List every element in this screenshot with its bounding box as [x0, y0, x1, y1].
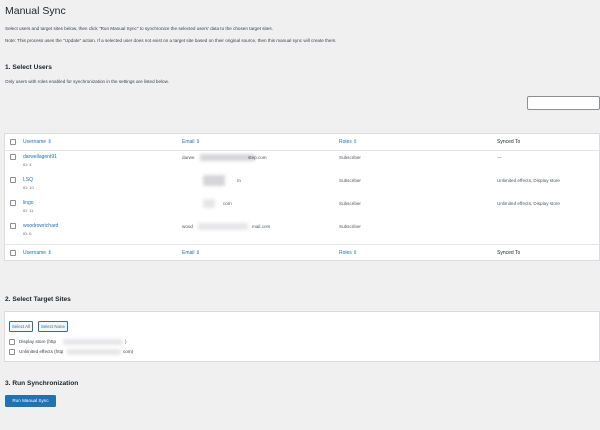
column-roles-footer[interactable]: Roles ⇕ — [339, 250, 357, 256]
user-id: ID: 6 — [23, 231, 32, 236]
user-id: ID: 10 — [23, 185, 34, 190]
user-checkbox[interactable] — [10, 223, 16, 229]
table-row: lingo ID: 11 com Subscriber Unlimited ef… — [5, 197, 599, 220]
user-search-input[interactable] — [527, 96, 600, 110]
site-checkbox-display-store[interactable] — [9, 339, 15, 345]
select-all-users-checkbox-footer[interactable] — [10, 250, 16, 256]
email-start: darwe — [182, 155, 195, 160]
email-start: wood — [182, 224, 193, 229]
synced-to: Unlimited effects, Display store — [497, 178, 560, 183]
select-users-help: Only users with roles enabled for synchr… — [5, 79, 169, 84]
column-synced-to: Synced To — [497, 139, 521, 145]
table-header-row: Username ⇕ Email ⇕ Roles ⇕ Synced To — [5, 134, 599, 151]
email-end: com — [223, 201, 232, 206]
run-manual-sync-button[interactable]: Run Manual Sync — [5, 395, 56, 407]
redacted-url — [67, 349, 121, 355]
select-none-sites-button[interactable]: Select None — [38, 321, 68, 332]
site-label-end: ) — [125, 339, 127, 344]
select-sites-heading: 2. Select Target Sites — [5, 296, 71, 303]
users-table: Username ⇕ Email ⇕ Roles ⇕ Synced To dar… — [4, 133, 600, 261]
redacted-email — [203, 199, 215, 208]
username-link[interactable]: LSQ — [23, 177, 33, 183]
column-username[interactable]: Username ⇕ — [23, 139, 52, 145]
redacted-email — [198, 223, 248, 230]
select-all-users-checkbox[interactable] — [10, 139, 16, 145]
synced-to: — — [497, 155, 502, 160]
user-checkbox[interactable] — [10, 177, 16, 183]
column-roles[interactable]: Roles ⇕ — [339, 139, 357, 145]
table-footer-row: Username ⇕ Email ⇕ Roles ⇕ Synced To — [5, 245, 599, 261]
user-role: Subscriber — [339, 201, 361, 206]
select-users-heading: 1. Select Users — [5, 64, 52, 71]
user-role: Subscriber — [339, 224, 361, 229]
synced-to: Unlimited effects, Display store — [497, 201, 560, 206]
column-synced-to-footer: Synced To — [497, 250, 521, 256]
page-description: Select users and target sites below, the… — [5, 26, 273, 31]
table-row: darwellagent91 ID: 4 darwe step.com Subs… — [5, 151, 599, 174]
select-all-sites-button[interactable]: Select All — [9, 321, 34, 332]
user-role: Subscriber — [339, 178, 361, 183]
table-row: LSQ ID: 10 m Subscriber Unlimited effect… — [5, 174, 599, 197]
page-title: Manual Sync — [5, 5, 66, 17]
column-email-footer[interactable]: Email ⇕ — [182, 250, 200, 256]
page-note: Note: This process uses the "Update" act… — [5, 38, 337, 43]
site-label-start: Display store (http — [19, 339, 57, 344]
email-end: step.com — [248, 155, 267, 160]
site-label-end: com) — [123, 349, 134, 354]
site-label-start: Unlimited effects (http — [19, 349, 64, 354]
run-sync-heading: 3. Run Synchronization — [5, 380, 79, 387]
username-link[interactable]: lingo — [23, 200, 34, 206]
table-row: woodrowrichard ID: 6 wood mail.com Subsc… — [5, 220, 599, 243]
redacted-url — [63, 339, 123, 345]
user-checkbox[interactable] — [10, 154, 16, 160]
target-sites-panel: Select All Select None Display store (ht… — [4, 311, 600, 362]
email-end: mail.com — [252, 224, 271, 229]
column-email[interactable]: Email ⇕ — [182, 139, 200, 145]
redacted-email — [200, 154, 255, 161]
user-checkbox[interactable] — [10, 200, 16, 206]
username-link[interactable]: darwellagent91 — [23, 154, 57, 160]
user-id: ID: 4 — [23, 162, 32, 167]
column-username-footer[interactable]: Username ⇕ — [23, 250, 52, 256]
site-checkbox-unlimited-effects[interactable] — [9, 349, 15, 355]
email-end: m — [237, 178, 241, 183]
user-role: Subscriber — [339, 155, 361, 160]
redacted-email — [203, 175, 225, 186]
username-link[interactable]: woodrowrichard — [23, 223, 58, 229]
user-id: ID: 11 — [23, 208, 34, 213]
